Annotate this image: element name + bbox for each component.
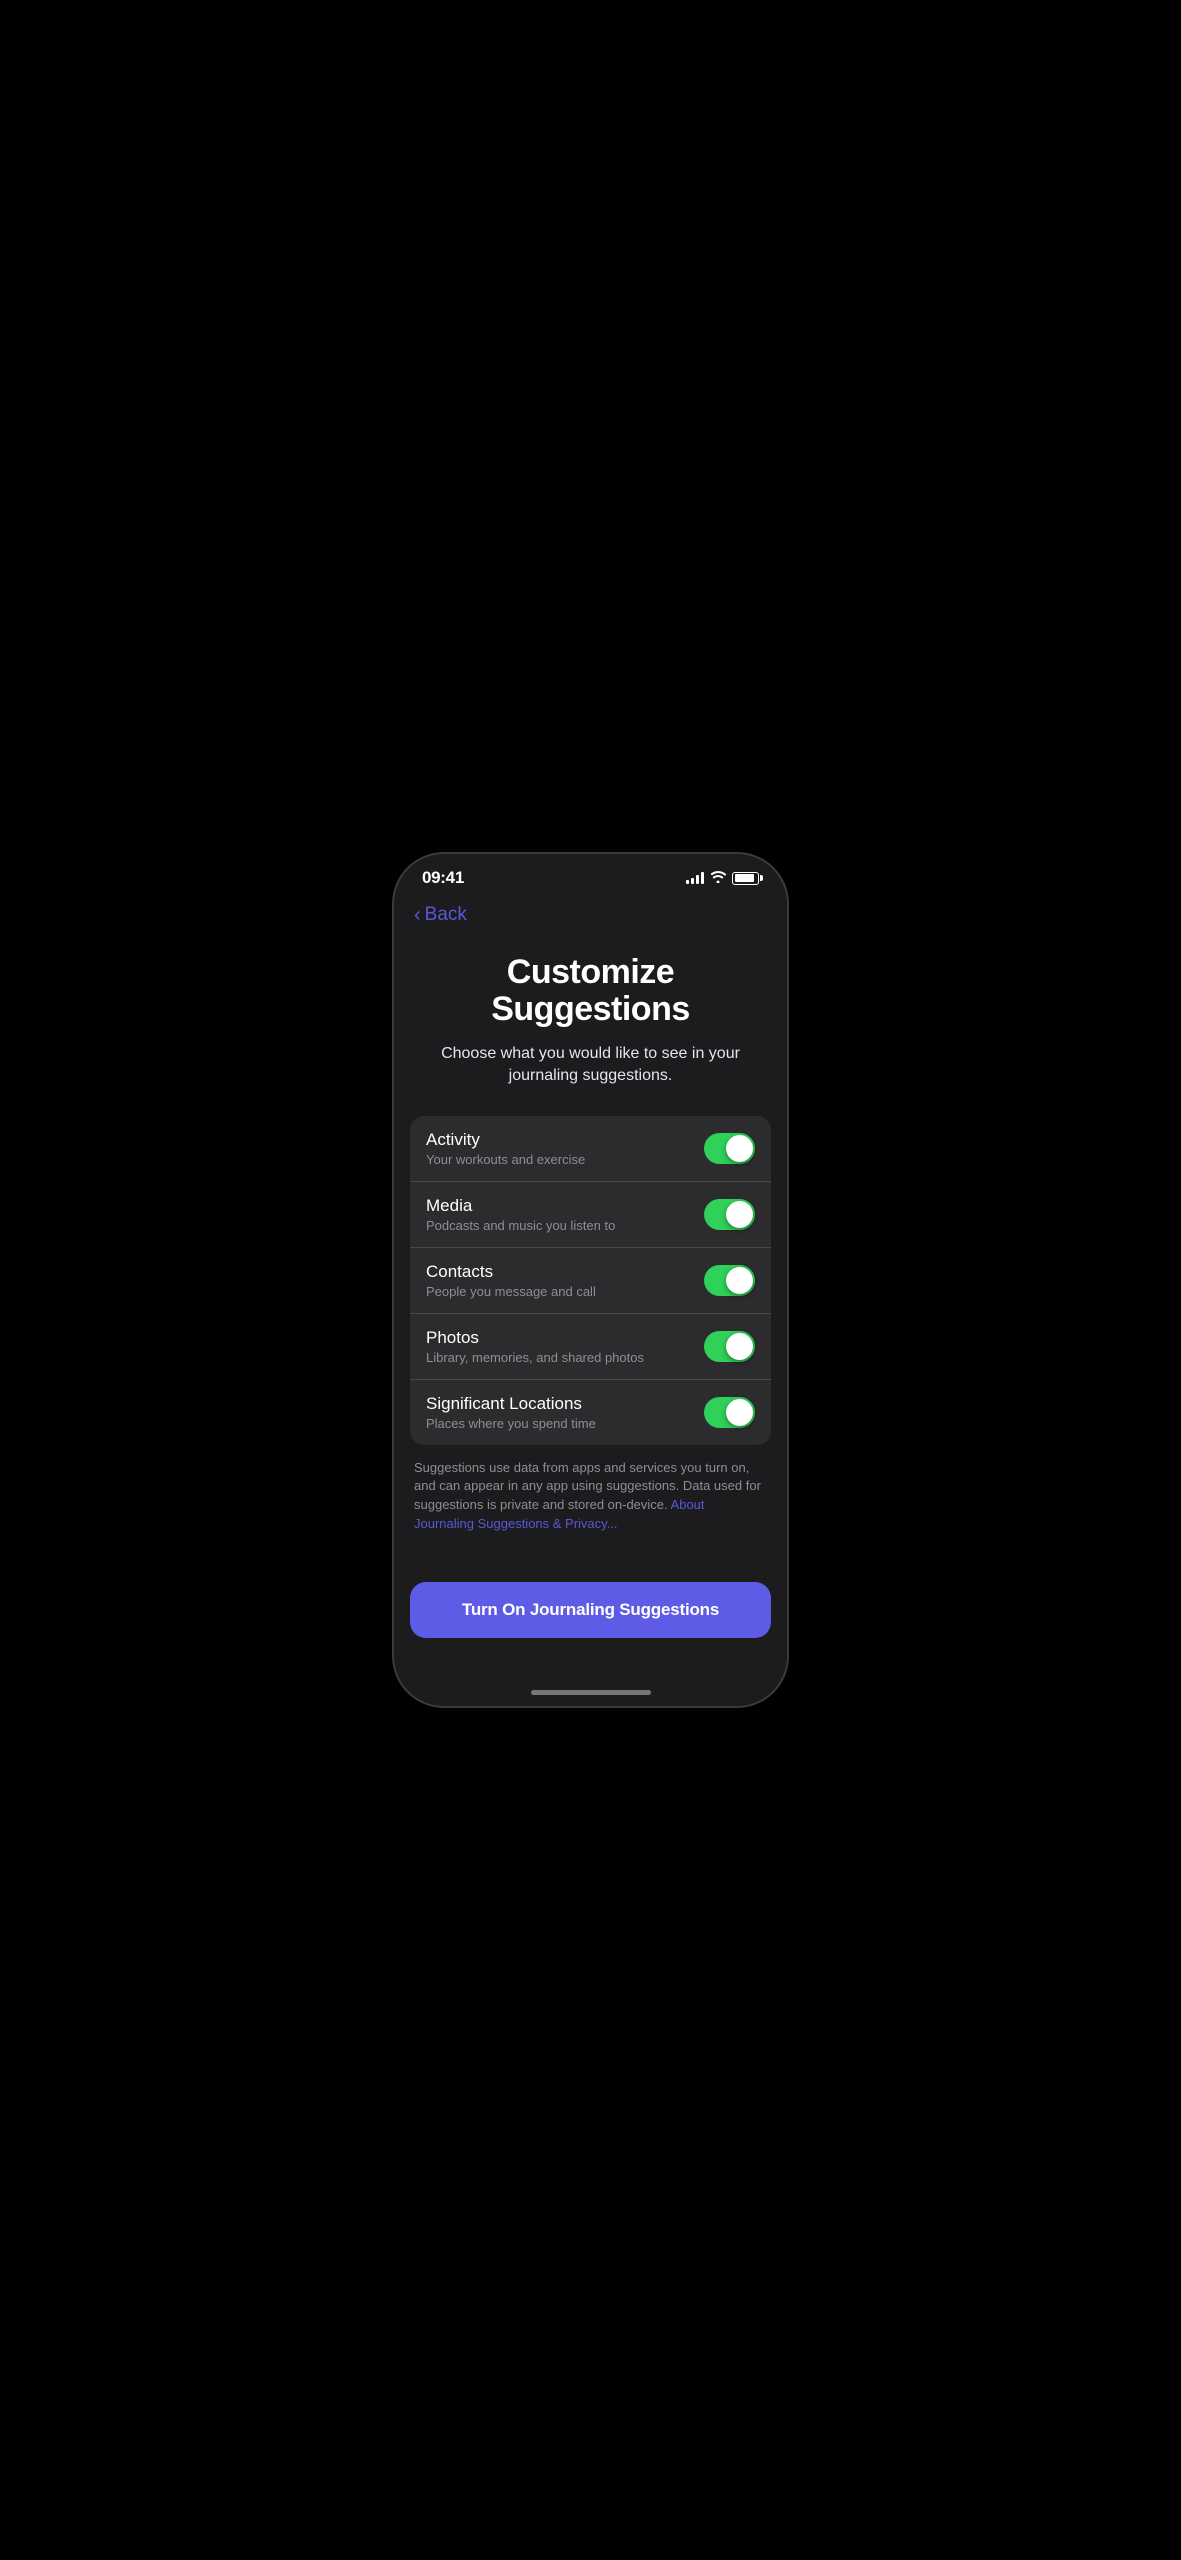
wifi-icon [710,870,726,886]
footer-note: Suggestions use data from apps and servi… [414,1459,767,1534]
main-content: ‹ Back Customize Suggestions Choose what… [394,896,787,1678]
toggle-contacts[interactable] [704,1265,755,1296]
page-subtitle: Choose what you would like to see in you… [434,1043,747,1088]
setting-title-contacts: Contacts [426,1262,704,1282]
status-time: 09:41 [422,868,464,888]
setting-subtitle-locations: Places where you spend time [426,1416,704,1431]
settings-card: Activity Your workouts and exercise Medi… [410,1116,771,1445]
footer-note-text: Suggestions use data from apps and servi… [414,1460,761,1513]
bottom-button-area: Turn On Journaling Suggestions [394,1582,787,1658]
back-label: Back [425,904,467,926]
title-section: Customize Suggestions Choose what you wo… [394,938,787,1116]
setting-subtitle-photos: Library, memories, and shared photos [426,1350,704,1365]
toggle-photos[interactable] [704,1331,755,1362]
setting-title-photos: Photos [426,1328,704,1348]
status-bar: 09:41 [394,854,787,896]
phone-frame: 09:41 ‹ Back Custom [394,854,787,1706]
toggle-media[interactable] [704,1199,755,1230]
toggle-activity[interactable] [704,1133,755,1164]
home-bar [531,1690,651,1695]
setting-row-photos: Photos Library, memories, and shared pho… [410,1314,771,1380]
setting-subtitle-activity: Your workouts and exercise [426,1152,704,1167]
home-indicator [394,1678,787,1706]
setting-row-activity: Activity Your workouts and exercise [410,1116,771,1182]
back-button[interactable]: ‹ Back [394,896,487,938]
setting-row-locations: Significant Locations Places where you s… [410,1380,771,1445]
back-chevron-icon: ‹ [414,905,421,925]
spacer [394,1558,787,1582]
setting-title-locations: Significant Locations [426,1394,704,1414]
setting-title-activity: Activity [426,1130,704,1150]
battery-icon [732,872,759,885]
setting-subtitle-contacts: People you message and call [426,1284,704,1299]
setting-subtitle-media: Podcasts and music you listen to [426,1218,704,1233]
turn-on-button[interactable]: Turn On Journaling Suggestions [410,1582,771,1638]
page-title: Customize Suggestions [434,954,747,1029]
signal-icon [686,872,704,884]
setting-row-media: Media Podcasts and music you listen to [410,1182,771,1248]
status-icons [686,870,759,886]
toggle-locations[interactable] [704,1397,755,1428]
setting-row-contacts: Contacts People you message and call [410,1248,771,1314]
setting-title-media: Media [426,1196,704,1216]
